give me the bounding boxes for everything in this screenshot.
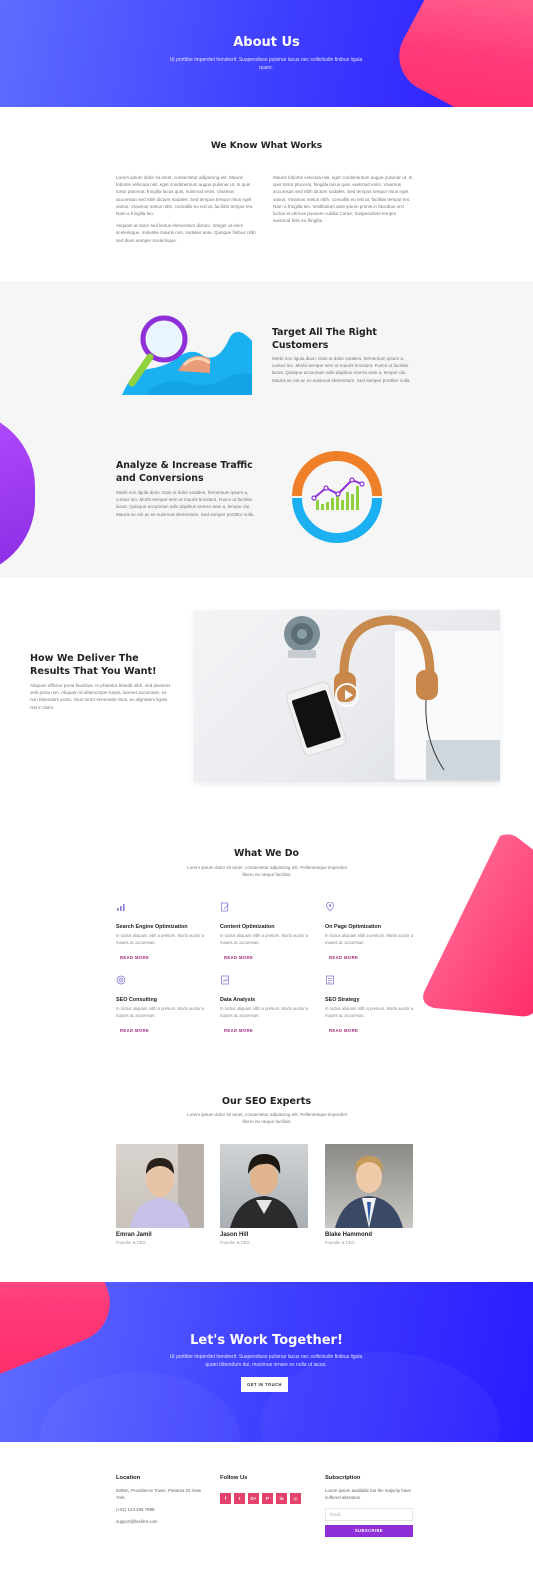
we-know-paragraph: Lorem ipsum dolor sit amet, consectetur … <box>116 175 254 217</box>
facebook-icon[interactable]: f <box>220 1493 231 1504</box>
instagram-icon[interactable]: ◎ <box>290 1493 301 1504</box>
service-title: SEO Strategy <box>325 997 360 1003</box>
features-section: Target All The Right Customers Morbi non… <box>0 281 533 578</box>
footer-follow: Follow Us f t G+ Pin ◎ <box>220 1475 320 1505</box>
member-name: Emran Jamil <box>116 1232 152 1238</box>
email-input[interactable]: Email <box>325 1508 413 1521</box>
avatar <box>220 1144 308 1228</box>
footer-email[interactable]: support@lexfirm.com <box>116 1518 206 1525</box>
hero-section: About Us Ut porttitor imperdiet hendreri… <box>0 0 533 107</box>
feature-target-title: Target All The Right Customers <box>272 327 377 351</box>
read-more-link[interactable]: READ MORE <box>329 955 358 960</box>
what-we-do-title: What We Do <box>234 848 299 859</box>
read-more-link[interactable]: READ MORE <box>224 1028 253 1033</box>
footer-address: 8255A, Providence Tower, Panama St, New … <box>116 1488 202 1500</box>
page-title: About Us <box>233 35 300 50</box>
service-card: Search Engine Optimization In luctus ali… <box>116 902 216 964</box>
hero-text: Ut porttitor imperdiet hendrerit. Suspen… <box>169 57 363 71</box>
we-know-column-right: Mauris lobortis vehicula nisl, eget cond… <box>273 174 413 229</box>
google-plus-icon[interactable]: G+ <box>248 1493 259 1504</box>
team-member-card: Blake Hammond Founder & CEO <box>325 1144 415 1245</box>
member-name: Jason Hill <box>220 1232 249 1238</box>
pink-triangle-shape <box>423 834 533 1017</box>
purple-semicircle-shape <box>0 411 35 576</box>
get-in-touch-button[interactable]: GET IN TOUCH <box>241 1377 288 1392</box>
feature-analyze-text: Morbi non ligula diam. Duis ut dolor sod… <box>116 490 255 517</box>
footer-location-title: Location <box>116 1475 141 1481</box>
service-title: Search Engine Optimization <box>116 924 188 930</box>
experts-title: Our SEO Experts <box>221 1096 312 1107</box>
deliver-title: How We Deliver The Results That You Want… <box>30 653 157 677</box>
service-text: In luctus aliquam nibh a pretium. Morbi … <box>116 933 205 945</box>
footer-subscription-title: Subscription <box>325 1475 361 1481</box>
footer-phone[interactable]: (+01) 123 456 7898 <box>116 1506 206 1513</box>
play-icon[interactable] <box>335 683 359 707</box>
cta-title: Let's Work Together! <box>190 1333 343 1348</box>
service-text: In luctus aliquam nibh a pretium. Morbi … <box>325 933 414 945</box>
read-more-link[interactable]: READ MORE <box>120 955 149 960</box>
service-title: On Page Optimization <box>325 924 382 930</box>
service-card: Data Analysis In luctus aliquam nibh a p… <box>220 975 320 1037</box>
service-card: On Page Optimization In luctus aliquam n… <box>325 901 425 964</box>
member-name: Blake Hammond <box>325 1232 373 1238</box>
target-icon <box>116 975 126 985</box>
read-more-link[interactable]: READ MORE <box>224 955 253 960</box>
footer-subscription-text: Lorem ipsum available but the majority h… <box>325 1488 411 1500</box>
edit-document-icon <box>221 902 229 912</box>
member-role: Founder & CEO <box>325 1240 355 1245</box>
member-role: Founder & CEO <box>116 1240 146 1245</box>
footer: Location 8255A, Providence Tower, Panama… <box>0 1442 533 1580</box>
deliver-text: Aliquam efficitur porta faucibus. In pha… <box>30 683 170 710</box>
team-member-card: Jason Hill Founder & CEO <box>220 1144 310 1245</box>
subscribe-button[interactable]: SUBSCRIBE <box>325 1525 413 1537</box>
chart-bars-icon <box>117 904 125 911</box>
magnifier-chart-illustration <box>122 315 252 395</box>
footer-subscription: Subscription Lorem ipsum available but t… <box>325 1475 415 1537</box>
member-role: Founder & CEO <box>220 1240 250 1245</box>
avatar <box>116 1144 204 1228</box>
what-we-do-section: What We Do Lorem ipsum dolor sit amet, c… <box>0 808 533 1064</box>
service-title: Data Analysis <box>220 997 256 1003</box>
social-links: f t G+ Pin ◎ <box>220 1487 320 1505</box>
report-icon <box>221 975 229 985</box>
read-more-link[interactable]: READ MORE <box>329 1028 358 1033</box>
we-know-title: We Know What Works <box>210 141 323 151</box>
footer-location: Location 8255A, Providence Tower, Panama… <box>116 1475 206 1525</box>
we-know-paragraph: Mauris lobortis vehicula nisl, eget cond… <box>273 175 413 224</box>
team-member-card: Emran Jamil Founder & CEO <box>116 1144 206 1245</box>
twitter-icon[interactable]: t <box>234 1493 245 1504</box>
service-text: In luctus aliquam nibh a pretium. Morbi … <box>220 933 309 945</box>
desk-video-thumbnail[interactable] <box>194 610 500 782</box>
service-text: In luctus aliquam nibh a pretium. Morbi … <box>116 1006 205 1018</box>
cta-text: Ut porttitor imperdiet hendrerit. Suspen… <box>169 1354 363 1368</box>
deliver-section: How We Deliver The Results That You Want… <box>0 578 533 808</box>
we-know-section: We Know What Works Lorem ipsum dolor sit… <box>0 107 533 281</box>
hero-pink-shape <box>386 0 533 107</box>
service-card: SEO Strategy In luctus aliquam nibh a pr… <box>325 975 425 1037</box>
pinterest-icon[interactable]: P <box>262 1493 273 1504</box>
strategy-list-icon <box>326 975 334 985</box>
location-pin-icon <box>326 901 334 912</box>
avatar <box>325 1144 413 1228</box>
service-text: In luctus aliquam nibh a pretium. Morbi … <box>220 1006 309 1018</box>
linkedin-icon[interactable]: in <box>276 1493 287 1504</box>
service-text: In luctus aliquam nibh a pretium. Morbi … <box>325 1006 414 1018</box>
experts-subtitle: Lorem ipsum dolor sit amet, consectetur … <box>187 1112 347 1125</box>
experts-section: Our SEO Experts Lorem ipsum dolor sit am… <box>0 1064 533 1282</box>
we-know-column-left: Lorem ipsum dolor sit amet, consectetur … <box>116 174 256 249</box>
read-more-link[interactable]: READ MORE <box>120 1028 149 1033</box>
what-we-do-subtitle: Lorem ipsum dolor sit amet, consectetur … <box>187 865 347 878</box>
service-card: SEO Consulting In luctus aliquam nibh a … <box>116 975 216 1037</box>
we-know-paragraph: Aliquam at dolor sed lectus elementum di… <box>116 223 256 243</box>
feature-analyze-title: Analyze & Increase Traffic and Conversio… <box>116 460 253 484</box>
footer-follow-title: Follow Us <box>220 1475 248 1481</box>
feature-target-text: Morbi non ligula diam. Duis ut dolor sod… <box>272 356 411 383</box>
cta-wave-shape <box>40 1372 240 1442</box>
traffic-ring-chart-illustration <box>292 451 382 543</box>
cta-section: Let's Work Together! Ut porttitor imperd… <box>0 1282 533 1442</box>
service-title: SEO Consulting <box>116 997 158 1003</box>
service-title: Content Optimization <box>220 924 275 930</box>
service-card: Content Optimization In luctus aliquam n… <box>220 902 320 964</box>
